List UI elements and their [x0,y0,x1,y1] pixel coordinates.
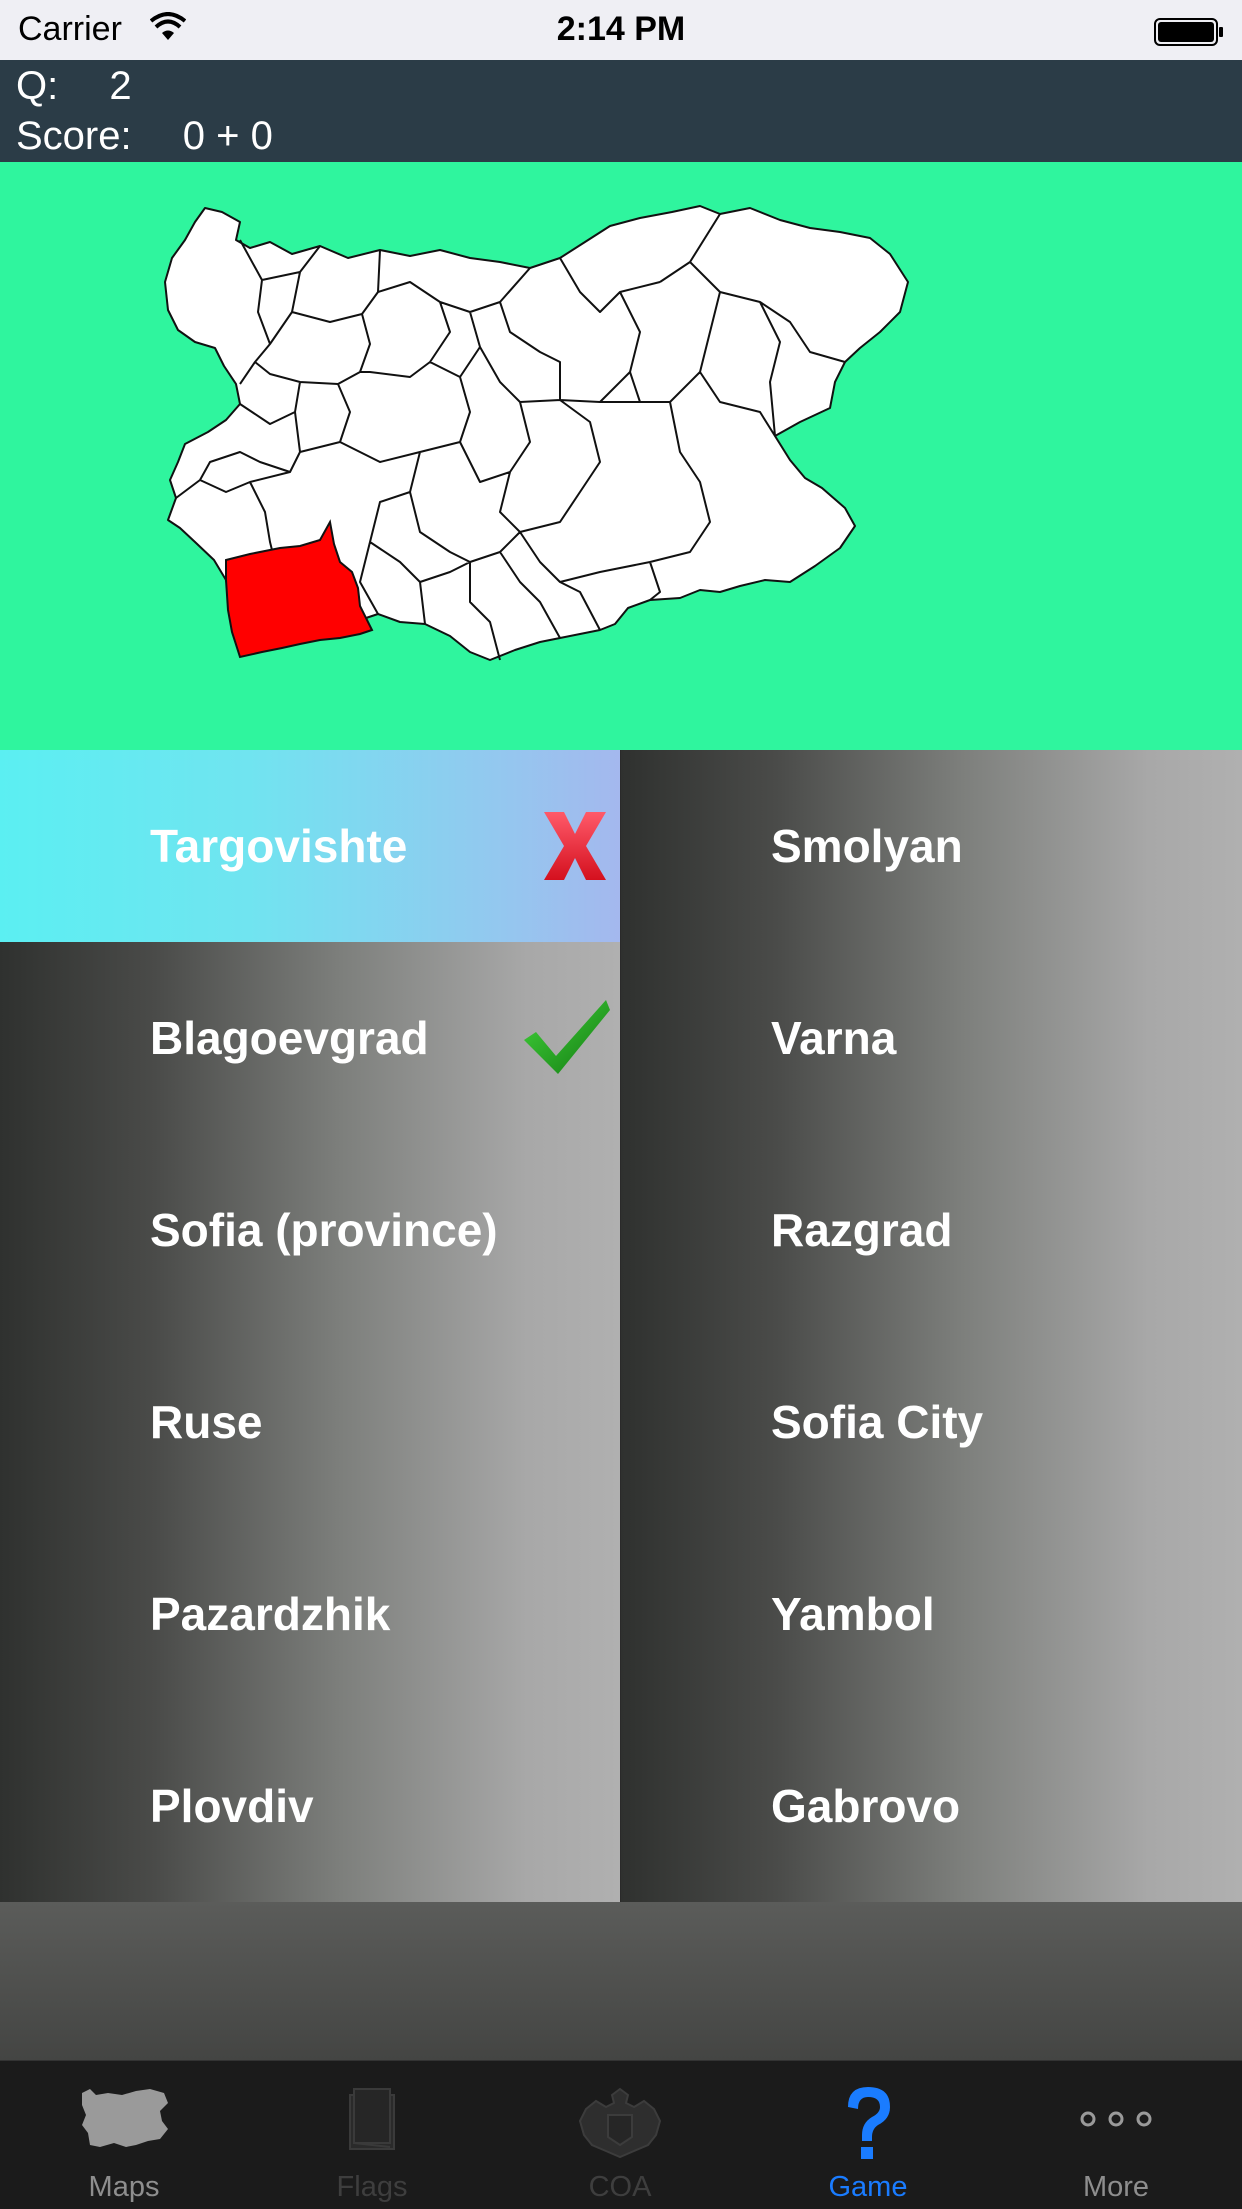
wrong-x-icon [542,810,608,887]
answer-option[interactable]: Plovdiv [0,1710,620,1902]
bulgaria-map [164,205,909,661]
score-label: Score: [16,114,132,158]
tab-label: Maps [88,2171,160,2203]
answer-label: Yambol [771,1588,935,1640]
status-time: 2:14 PM [556,10,686,48]
tab-more[interactable]: More [992,2061,1240,2209]
question-number: 2 [109,64,132,108]
answer-grid: Targovishte Blagoevgrad Sofia (province)… [0,750,1242,1902]
tab-maps[interactable]: Maps [0,2061,248,2209]
tab-flags[interactable]: Flags [248,2061,496,2209]
correct-check-icon [522,996,612,1081]
answer-option[interactable]: Sofia City [621,1326,1242,1518]
status-bar: Carrier 2:14 PM [0,0,1242,60]
tab-game[interactable]: Game [744,2061,992,2209]
answer-option[interactable]: Pazardzhik [0,1518,620,1710]
question-label: Q: [16,64,59,108]
question-row: Q: 2 [16,64,132,109]
tab-coa[interactable]: COA [496,2061,744,2209]
answer-label: Pazardzhik [150,1588,391,1640]
answer-option[interactable]: Gabrovo [621,1710,1242,1902]
answer-label: Varna [771,1012,897,1064]
answer-label: Blagoevgrad [150,1012,429,1064]
empty-area [0,1902,1242,2060]
answer-option[interactable]: Ruse [0,1326,620,1518]
map-area [0,162,1242,750]
answer-label: Gabrovo [771,1780,961,1832]
question-mark-icon [744,2085,992,2161]
flag-icon [248,2085,496,2161]
coat-of-arms-icon [496,2085,744,2161]
answer-option[interactable]: Targovishte [0,750,620,942]
answer-option[interactable]: Sofia (province) [0,1134,620,1326]
answer-column-right: Smolyan Varna Razgrad Sofia City Yambol … [621,750,1242,1902]
tab-label: Flags [336,2171,408,2203]
answer-label: Smolyan [771,820,963,872]
answer-label: Sofia (province) [150,1204,498,1256]
tab-label: Game [828,2171,908,2203]
quiz-header: Q: 2 Score: 0 + 0 [0,60,1242,162]
answer-column-left: Targovishte Blagoevgrad Sofia (province)… [0,750,620,1902]
answer-label: Targovishte [150,820,408,872]
answer-option[interactable]: Razgrad [621,1134,1242,1326]
tab-bar: Maps Flags COA Game More [0,2060,1242,2209]
answer-label: Plovdiv [150,1780,314,1832]
answer-label: Sofia City [771,1396,984,1448]
answer-option[interactable]: Yambol [621,1518,1242,1710]
answer-option[interactable]: Varna [621,942,1242,1134]
answer-option[interactable]: Smolyan [621,750,1242,942]
answer-label: Razgrad [771,1204,953,1256]
more-dots-icon [992,2085,1240,2161]
score-row: Score: 0 + 0 [16,114,273,159]
bulgaria-map-icon [0,2085,248,2161]
battery-icon [1154,16,1224,46]
tab-label: More [1082,2171,1150,2203]
answer-label: Ruse [150,1396,263,1448]
answer-option[interactable]: Blagoevgrad [0,942,620,1134]
tab-label: COA [588,2171,652,2203]
score-value: 0 + 0 [182,114,273,158]
